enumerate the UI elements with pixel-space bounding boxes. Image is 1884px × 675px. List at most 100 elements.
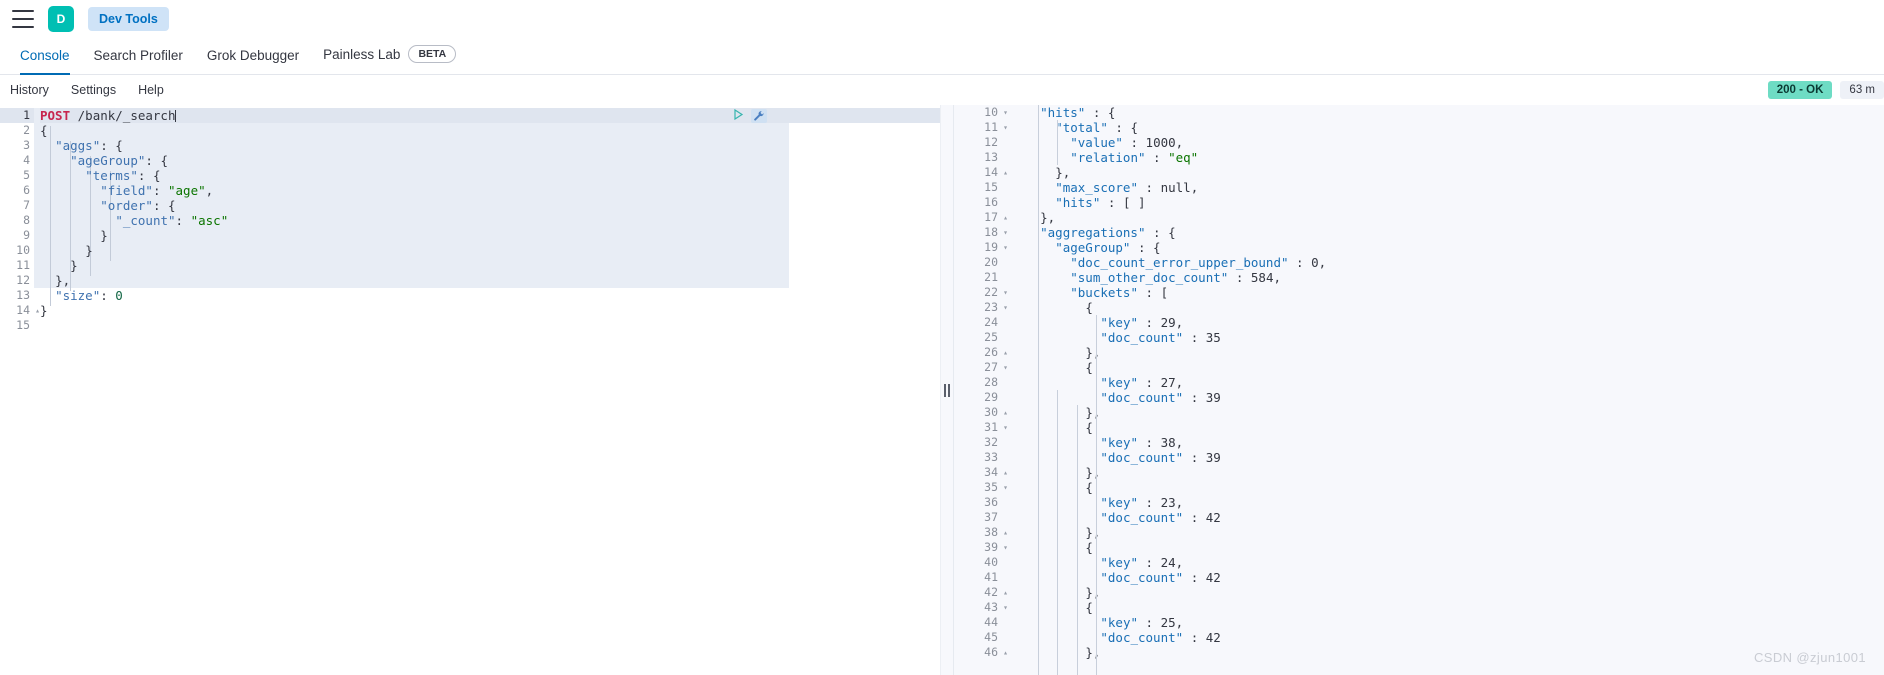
response-line-number: 22 ▾ (984, 285, 1008, 299)
editor-line-number: 11▴ (0, 258, 40, 273)
breadcrumb-dev-tools[interactable]: Dev Tools (88, 7, 169, 31)
status-badge: 200 - OK (1767, 81, 1833, 99)
editor-line[interactable] (40, 318, 940, 333)
response-line-number: 28 (984, 375, 998, 389)
editor-line[interactable]: "_count": "asc" (40, 213, 940, 228)
tab-console-label: Console (20, 48, 70, 63)
response-line-number: 44 (984, 615, 998, 629)
response-line-number: 31 ▾ (984, 420, 1008, 434)
nav-help[interactable]: Help (138, 83, 164, 97)
response-line-number: 38 ▴ (984, 525, 1008, 539)
editor-line[interactable]: } (40, 243, 940, 258)
console-sub-nav: History Settings Help 200 - OK 63 m (0, 75, 1884, 105)
response-line: "doc_count" : 35 (1100, 330, 1221, 345)
response-line-number: 12 (984, 135, 998, 149)
response-line-number: 23 ▾ (984, 300, 1008, 314)
nav-settings[interactable]: Settings (71, 83, 116, 97)
editor-line-number: 13 (16, 288, 30, 302)
editor-line[interactable]: "size": 0 (40, 288, 940, 303)
response-line: }, (1055, 165, 1071, 180)
response-line: "aggregations" : { (1040, 225, 1176, 240)
response-line: "total" : { (1055, 120, 1138, 135)
editor-line[interactable]: }, (40, 273, 940, 288)
response-line: "doc_count" : 42 (1100, 570, 1221, 585)
tab-search-profiler-label: Search Profiler (93, 48, 183, 63)
response-line: }, (1040, 210, 1056, 225)
editor-line[interactable]: } (40, 228, 940, 243)
tab-console[interactable]: Console (8, 48, 82, 75)
request-editor-pane[interactable]: 12▾3▾4▾5▾67▾89▴10▴11▴12▴1314▴15 POST /ba… (0, 105, 940, 675)
response-line: { (1085, 420, 1093, 435)
play-icon[interactable] (733, 108, 744, 123)
tab-grok-debugger-label: Grok Debugger (206, 48, 300, 63)
response-line: "doc_count" : 42 (1100, 510, 1221, 525)
response-line: "max_score" : null, (1055, 180, 1199, 195)
response-line-number: 33 (984, 450, 998, 464)
editor-line[interactable]: "field": "age", (40, 183, 940, 198)
response-line: "key" : 29, (1100, 315, 1184, 330)
pane-splitter-handle[interactable] (940, 105, 954, 675)
response-line: "key" : 24, (1100, 555, 1184, 570)
response-line: "relation" : "eq" (1070, 150, 1199, 165)
response-line-number: 42 ▴ (984, 585, 1008, 599)
editor-line-number: 10▴ (0, 243, 40, 258)
beta-badge: BETA (408, 45, 457, 63)
watermark: CSDN @zjun1001 (1753, 650, 1866, 665)
editor-line[interactable]: } (40, 303, 940, 318)
editor-line[interactable]: "ageGroup": { (40, 153, 940, 168)
response-line-number: 18 ▾ (984, 225, 1008, 239)
response-line-number: 26 ▴ (984, 345, 1008, 359)
response-line: "sum_other_doc_count" : 584, (1070, 270, 1282, 285)
tab-search-profiler[interactable]: Search Profiler (82, 48, 195, 74)
response-line: "hits" : [ ] (1055, 195, 1146, 210)
editor-line-number: 15 (16, 318, 30, 332)
editor-line-number: 8 (23, 213, 30, 227)
response-line-number: 41 (984, 570, 998, 584)
response-line: { (1085, 360, 1093, 375)
response-line: "doc_count" : 42 (1100, 630, 1221, 645)
editor-line[interactable]: "terms": { (40, 168, 940, 183)
response-line-number: 32 (984, 435, 998, 449)
response-line-number: 19 ▾ (984, 240, 1008, 254)
editor-line[interactable]: } (40, 258, 940, 273)
editor-line-number: 4▾ (0, 153, 40, 168)
response-line: }, (1085, 525, 1100, 540)
editor-code-area[interactable]: POST /bank/_search{ "aggs": { "ageGroup"… (34, 105, 940, 675)
avatar[interactable]: D (48, 6, 74, 32)
editor-line[interactable]: "aggs": { (40, 138, 940, 153)
response-line-number: 40 (984, 555, 998, 569)
response-line-number: 21 (984, 270, 998, 284)
response-code-area[interactable]: "hits" : { "total" : { "value" : 1000, "… (1002, 105, 1884, 675)
console-workspace: 12▾3▾4▾5▾67▾89▴10▴11▴12▴1314▴15 POST /ba… (0, 105, 1884, 675)
response-line: }, (1085, 345, 1100, 360)
hamburger-icon[interactable] (12, 10, 34, 28)
editor-line-number: 14 ▴ (16, 303, 40, 317)
response-line-number: 25 (984, 330, 998, 344)
response-line: "key" : 38, (1100, 435, 1184, 450)
nav-history[interactable]: History (10, 83, 49, 97)
editor-line[interactable]: "order": { (40, 198, 940, 213)
editor-line[interactable]: POST /bank/_search (40, 108, 940, 123)
editor-line-number: 9▴ (0, 228, 40, 243)
response-line: "ageGroup" : { (1055, 240, 1161, 255)
response-line: }, (1085, 405, 1100, 420)
request-editor[interactable]: 12▾3▾4▾5▾67▾89▴10▴11▴12▴1314▴15 POST /ba… (0, 105, 940, 675)
response-line-number: 45 (984, 630, 998, 644)
response-line: { (1085, 300, 1093, 315)
editor-line-number: 12▴ (0, 273, 40, 288)
tab-painless-lab[interactable]: Painless Lab BETA (311, 45, 468, 74)
editor-line[interactable]: { (40, 123, 940, 138)
editor-text[interactable]: POST /bank/_search{ "aggs": { "ageGroup"… (34, 108, 940, 333)
response-line-numbers: 10 ▾ 11 ▾ 12 13 14 ▴ 15 16 17 ▴ 18 ▾ 19 ▾ 20 21 22 ▾ 23 ▾ 24 25… (954, 105, 1008, 675)
response-line-number: 34 ▴ (984, 465, 1008, 479)
response-pane[interactable]: 10 ▾ 11 ▾ 12 13 14 ▴ 15 16 17 ▴ 18 ▾ 19 ▾ 20 21 22 ▾ 23 ▾ 24 25… (954, 105, 1884, 675)
response-line: "doc_count" : 39 (1100, 390, 1221, 405)
editor-line-number: 1 (0, 108, 34, 123)
tab-grok-debugger[interactable]: Grok Debugger (195, 48, 311, 74)
response-viewer[interactable]: 10 ▾ 11 ▾ 12 13 14 ▴ 15 16 17 ▴ 18 ▾ 19 ▾ 20 21 22 ▾ 23 ▾ 24 25… (954, 105, 1884, 675)
wrench-icon[interactable] (751, 108, 767, 123)
response-line-number: 39 ▾ (984, 540, 1008, 554)
primary-tabs: Console Search Profiler Grok Debugger Pa… (0, 39, 1884, 75)
status-duration: 63 m (1840, 81, 1884, 99)
response-line-number: 27 ▾ (984, 360, 1008, 374)
